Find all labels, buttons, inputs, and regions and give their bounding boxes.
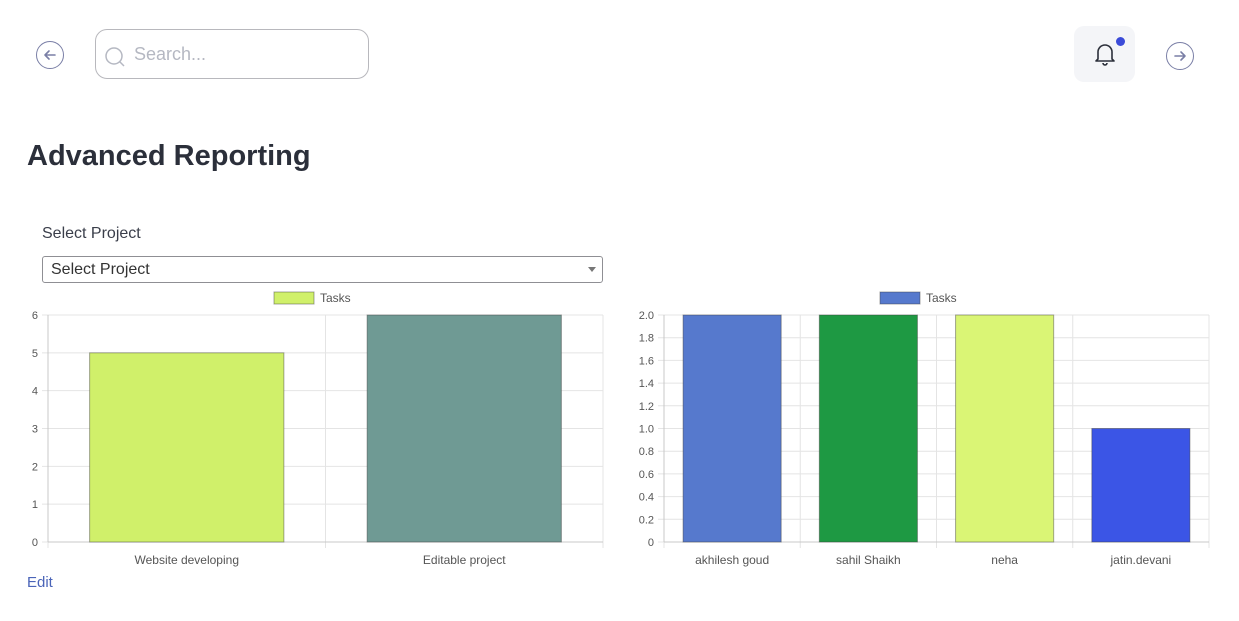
legend-label: Tasks xyxy=(926,291,957,305)
y-tick-label: 0.4 xyxy=(639,492,654,504)
y-tick-label: 0.8 xyxy=(639,446,654,458)
x-tick-label: Website developing xyxy=(134,553,239,567)
y-tick-label: 1.2 xyxy=(639,401,654,413)
y-tick-label: 1.8 xyxy=(639,333,654,345)
y-tick-label: 2 xyxy=(32,461,38,473)
x-tick-label: akhilesh goud xyxy=(695,553,769,567)
y-tick-label: 1.4 xyxy=(639,378,654,390)
y-tick-label: 1.6 xyxy=(639,355,654,367)
x-tick-label: jatin.devani xyxy=(1110,553,1172,567)
y-tick-label: 0 xyxy=(32,537,38,549)
x-tick-label: sahil Shaikh xyxy=(836,553,901,567)
bar xyxy=(682,314,782,543)
x-tick-label: Editable project xyxy=(423,553,506,567)
y-tick-label: 0.2 xyxy=(639,514,654,526)
legend-swatch xyxy=(273,291,315,305)
edit-link[interactable]: Edit xyxy=(27,574,53,591)
y-tick-label: 6 xyxy=(32,310,38,322)
y-tick-label: 1 xyxy=(32,499,38,511)
y-tick-label: 4 xyxy=(32,386,38,398)
y-tick-label: 2.0 xyxy=(639,310,654,322)
y-tick-label: 5 xyxy=(32,348,38,360)
y-tick-label: 0 xyxy=(648,537,654,549)
tasks-by-user-chart: 0 0.2 0.4 0.6 0.8 1.0 1.2 1.4 1.6 1.8 2.0 akhilesh … xyxy=(639,291,1210,567)
y-tick-label: 0.6 xyxy=(639,469,654,481)
legend-label: Tasks xyxy=(320,291,351,305)
x-tick-label: neha xyxy=(991,553,1018,567)
bar xyxy=(818,314,918,543)
legend-swatch xyxy=(879,291,921,305)
tasks-by-project-chart: 0 1 2 3 4 5 6 Website developing Editable projec… xyxy=(32,291,604,567)
bar xyxy=(366,314,562,543)
bar xyxy=(89,352,285,543)
bar xyxy=(1091,428,1191,543)
y-tick-label: 3 xyxy=(32,424,38,436)
y-tick-label: 1.0 xyxy=(639,424,654,436)
bar xyxy=(955,314,1055,543)
